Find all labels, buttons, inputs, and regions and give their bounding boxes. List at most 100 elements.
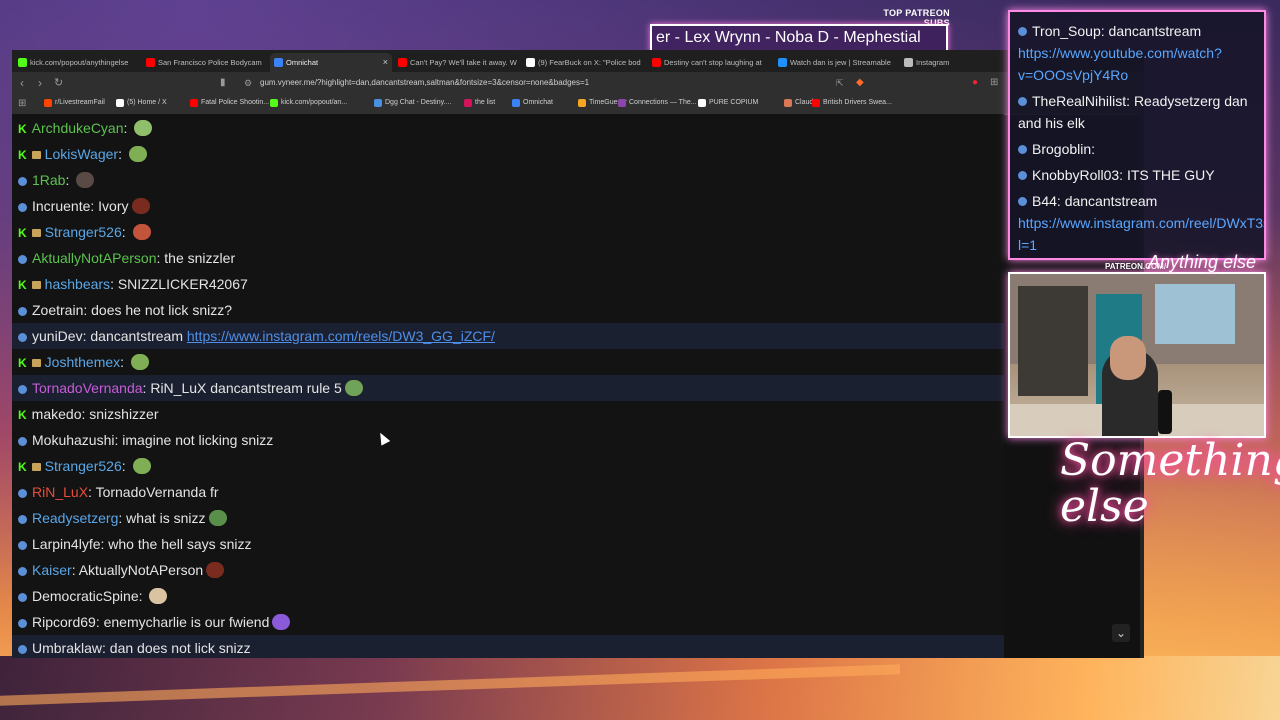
chat-colon: : <box>83 302 92 318</box>
tab-label: San Francisco Police Bodycam <box>158 58 262 67</box>
overlay-text: dancantstream <box>1064 193 1158 209</box>
chat-message: Ripcord69: enemycharlie is our fwiend <box>12 609 1004 635</box>
dgg-icon <box>18 593 27 602</box>
tab-label: Instagram <box>916 58 950 67</box>
emote-icon <box>134 120 153 136</box>
sub-badge-icon <box>31 463 41 471</box>
chat-colon: : <box>120 354 128 370</box>
chat-username[interactable]: Zoetrain <box>32 302 83 318</box>
emote-icon <box>208 510 227 526</box>
tab-favicon-icon <box>274 58 283 67</box>
patreon-ticker: er - Lex Wrynn - Noba D - Mephestial <box>650 24 948 52</box>
bookmark-favicon-icon <box>190 99 198 107</box>
overlay-username: B44 <box>1032 193 1057 209</box>
bookmark-favicon-icon <box>784 99 792 107</box>
tab-2[interactable]: Omnichat × <box>270 53 392 72</box>
tab-label: kick.com/popout/anythingelse <box>30 58 129 67</box>
chat-text: dan does not lick snizz <box>109 640 251 656</box>
chat-username[interactable]: 1Rab <box>32 172 65 188</box>
chat-message: K LokisWager: <box>12 141 1004 167</box>
chat-username[interactable]: Umbraklaw <box>32 640 102 656</box>
bookmark-item[interactable]: PURE COPIUM <box>698 99 758 107</box>
bookmark-item[interactable]: kick.com/popout/an... <box>270 99 347 107</box>
tab-label: Omnichat <box>286 58 319 67</box>
kick-icon: K <box>18 226 27 240</box>
chat-message: Khashbears: SNIZZLICKER42067 <box>12 271 1004 297</box>
chat-username[interactable]: ArchdukeCyan <box>32 120 124 136</box>
tab-4[interactable]: (9) FearBuck on X: "Police bod <box>522 53 646 72</box>
chat-username[interactable]: RiN_LuX <box>32 484 88 500</box>
tab-3[interactable]: Can't Pay? We'll take it away. W <box>394 53 518 72</box>
chat-username[interactable]: Larpin4lyfe <box>32 536 101 552</box>
chat-username[interactable]: Ripcord69 <box>32 614 96 630</box>
bookmark-item[interactable]: Dgg Chat - Destiny.... <box>374 99 451 107</box>
reload-icon[interactable]: ↻ <box>54 75 63 91</box>
chat-username[interactable]: Stranger526 <box>45 458 122 474</box>
emote-icon <box>132 458 151 474</box>
chat-username[interactable]: Readysetzerg <box>32 510 118 526</box>
tab-1[interactable]: San Francisco Police Bodycam <box>142 53 266 72</box>
emote-icon <box>131 198 150 214</box>
chat-username[interactable]: Incruente <box>32 198 90 214</box>
brave-shield-icon[interactable]: ◆ <box>856 75 864 91</box>
chat-text: the snizzler <box>164 250 236 266</box>
kick-icon: K <box>18 278 27 292</box>
bookmark-item[interactable]: Omnichat <box>512 99 553 107</box>
chat-colon: : <box>102 640 110 656</box>
emote-icon <box>272 614 291 630</box>
chat-username[interactable]: DemocraticSpine <box>32 588 139 604</box>
tab-close-icon[interactable]: × <box>383 53 388 72</box>
kick-icon: K <box>18 408 27 422</box>
chat-text: Ivory <box>98 198 129 214</box>
signature-big: Something else <box>1060 435 1280 532</box>
site-info-icon[interactable]: ⚙ <box>244 75 252 91</box>
tab-0[interactable]: kick.com/popout/anythingelse <box>14 53 138 72</box>
back-icon[interactable]: ‹ <box>20 75 24 91</box>
chat-username[interactable]: LokisWager <box>45 146 118 162</box>
bookmark-item[interactable]: British Drivers Swea... <box>812 99 892 107</box>
chat-colon: : <box>65 172 74 188</box>
emote-icon <box>149 588 168 604</box>
bookmark-favicon-icon <box>44 99 52 107</box>
chat-username[interactable]: TornadoVernanda <box>32 380 143 396</box>
apps-grid-icon[interactable]: ⊞ <box>18 96 26 112</box>
chat-username[interactable]: makedo <box>32 406 82 422</box>
overlay-chat-line: Tron_Soup: dancantstream https://www.yout… <box>1018 23 1222 83</box>
chat-username[interactable]: hashbears <box>45 276 110 292</box>
share-icon[interactable]: ⇱ <box>836 75 844 91</box>
dgg-icon <box>18 567 27 576</box>
tab-5[interactable]: Destiny can't stop laughing at <box>648 53 772 72</box>
emote-icon <box>344 380 363 396</box>
scroll-to-bottom-button[interactable]: ⌄ <box>1112 624 1130 642</box>
chat-link[interactable]: https://www.instagram.com/reels/DW3_GG_i… <box>187 328 495 344</box>
dgg-icon <box>1018 145 1027 154</box>
bookmark-icon[interactable]: ▮ <box>220 75 226 91</box>
tab-7[interactable]: Instagram <box>900 53 1024 72</box>
chat-username[interactable]: Stranger526 <box>45 224 122 240</box>
bookmark-item[interactable]: the list <box>464 99 495 107</box>
overlay-username: TheRealNihilist <box>1032 93 1127 109</box>
webcam-shelf <box>1018 286 1088 396</box>
emote-icon <box>206 562 225 578</box>
bookmark-item[interactable]: (5) Home / X <box>116 99 167 107</box>
sub-badge-icon <box>31 281 41 289</box>
bookmarks-bar: ⊞ r/LivestreamFail (5) Home / X Fatal Poli… <box>12 94 1144 115</box>
extensions-icon[interactable]: ⊞ <box>990 75 998 91</box>
bookmark-item[interactable]: Fatal Police Shootin... <box>190 99 269 107</box>
chat-message: Umbraklaw: dan does not lick snizz <box>12 635 1004 658</box>
chat-username[interactable]: Joshthemex <box>45 354 120 370</box>
chat-colon: : <box>123 120 132 136</box>
tab-6[interactable]: Watch dan is jew | Streamable <box>774 53 898 72</box>
tab-label: Destiny can't stop laughing at <box>664 58 762 67</box>
url-field[interactable]: gum.vyneer.me/?highlight=dan,dancantstre… <box>260 76 589 90</box>
extension-icon[interactable]: ● <box>972 75 978 91</box>
chat-username[interactable]: yuniDev <box>32 328 83 344</box>
forward-icon[interactable]: › <box>38 75 42 91</box>
chat-username[interactable]: Mokuhazushi <box>32 432 115 448</box>
chat-username[interactable]: AktuallyNotAPerson <box>32 250 157 266</box>
bookmark-item[interactable]: r/LivestreamFail <box>44 99 105 107</box>
chat-message: Kaiser: AktuallyNotAPerson <box>12 557 1004 583</box>
chat-message: TornadoVernanda: RiN_LuX dancantstream r… <box>12 375 1004 401</box>
bookmark-item[interactable]: Connections — The... <box>618 99 697 107</box>
chat-username[interactable]: Kaiser <box>32 562 72 578</box>
